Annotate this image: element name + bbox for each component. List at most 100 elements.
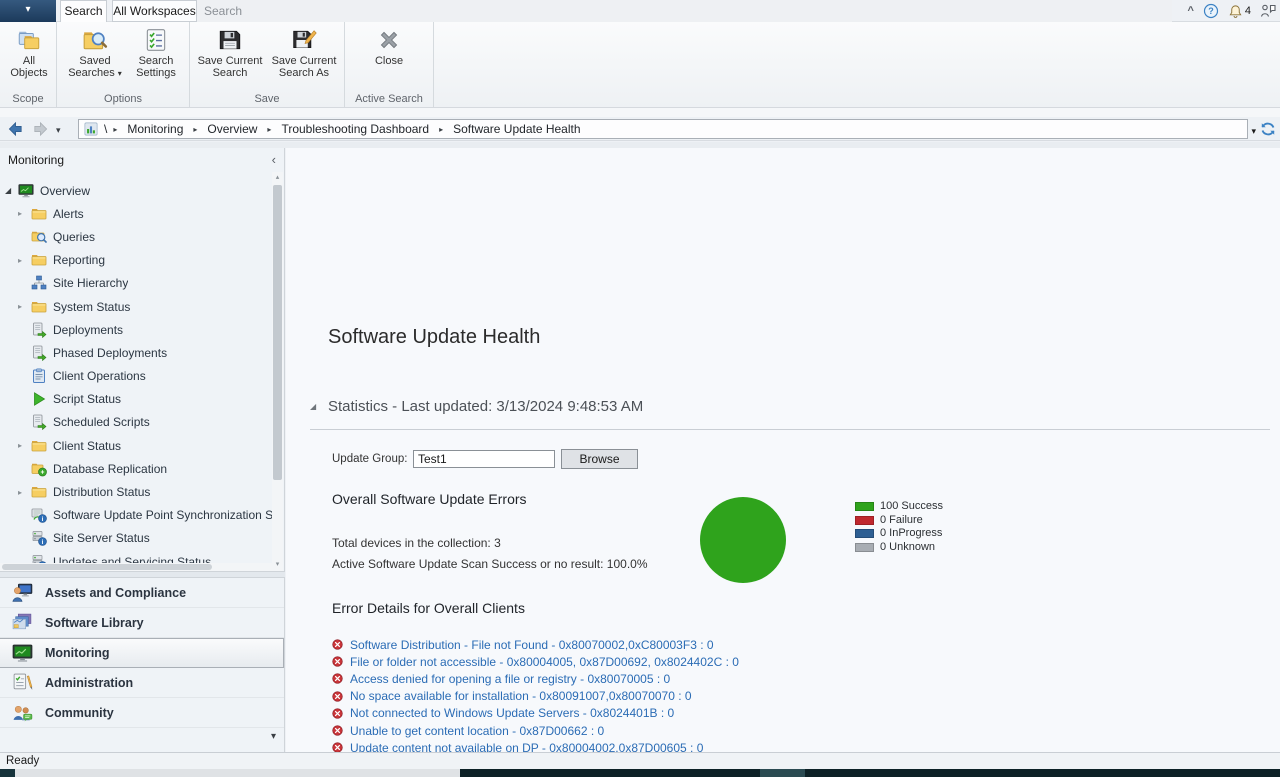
error-link[interactable]: Software Distribution - File not Found -… (350, 638, 714, 652)
expander-collapsed-icon[interactable]: ▸ (18, 441, 31, 450)
workspace-list: Assets and Compliance Software Library M… (0, 578, 284, 728)
chevron-right-icon: ▸ (267, 125, 271, 134)
tree-item-phased-deployments[interactable]: Phased Deployments (0, 341, 272, 364)
taskbar-sliver (0, 769, 15, 777)
help-icon[interactable] (1203, 3, 1219, 19)
tab-search[interactable]: Search (60, 0, 107, 22)
scan-success-text: Active Software Update Scan Success or n… (332, 557, 648, 571)
tree-item-script-status[interactable]: Script Status (0, 388, 272, 411)
tree-item-site-server-status[interactable]: Site Server Status (0, 527, 272, 550)
address-bar: ▾ \ ▸ Monitoring ▸ Overview ▸ Troublesho… (0, 117, 1280, 141)
workspace-software-library[interactable]: Software Library (0, 608, 284, 638)
tree-item-alerts[interactable]: ▸ Alerts (0, 202, 272, 225)
monitor-icon (18, 183, 34, 199)
scrollbar-thumb[interactable] (2, 564, 212, 570)
pie-chart (700, 497, 786, 583)
minimize-ribbon-icon[interactable]: ^ (1187, 2, 1193, 20)
save-current-search-button[interactable]: Save Current Search (194, 26, 266, 79)
expander-collapsed-icon[interactable]: ▸ (18, 209, 31, 218)
refresh-icon[interactable] (1260, 121, 1276, 137)
workspace-monitoring[interactable]: Monitoring (0, 638, 284, 668)
navigation-pane: Monitoring ‹ ◢ Overview ▸ Alerts Queries… (0, 148, 285, 752)
chevron-right-icon: ▸ (113, 125, 117, 134)
application-menu-button[interactable]: ▾ (0, 0, 56, 22)
scroll-down-icon[interactable]: ▾ (272, 559, 283, 571)
expander-collapsed-icon[interactable]: ▸ (18, 488, 31, 497)
tree-item-sup-synchronization-status[interactable]: Software Update Point Synchronization St… (0, 504, 272, 527)
tree-item-scheduled-scripts[interactable]: Scheduled Scripts (0, 411, 272, 434)
pane-splitter[interactable] (0, 571, 285, 578)
tree-item-client-operations[interactable]: Client Operations (0, 365, 272, 388)
scrollbar-thumb[interactable] (273, 185, 282, 480)
section-divider (310, 429, 1270, 430)
dashboard-content: Software Update Health ◢ Statistics - La… (286, 148, 1280, 752)
bell-icon (1228, 4, 1243, 19)
page-title: Software Update Health (328, 326, 540, 349)
collapse-pane-icon[interactable]: ‹ (272, 148, 276, 172)
tree-item-system-status[interactable]: ▸ System Status (0, 295, 272, 318)
workspace-community[interactable]: Community (0, 698, 284, 728)
saved-searches-button[interactable]: Saved Searches ▾ (65, 26, 125, 80)
monitoring-tree: ◢ Overview ▸ Alerts Queries ▸ Reporting … (0, 172, 272, 563)
tree-item-distribution-status[interactable]: ▸ Distribution Status (0, 480, 272, 503)
tree-horizontal-scrollbar[interactable] (0, 563, 272, 571)
tree-item-database-replication[interactable]: Database Replication (0, 457, 272, 480)
breadcrumb-item-monitoring[interactable]: Monitoring (123, 122, 187, 136)
administration-icon (12, 672, 33, 693)
workspace-administration[interactable]: Administration (0, 668, 284, 698)
breadcrumb-item-troubleshooting-dashboard[interactable]: Troubleshooting Dashboard (277, 122, 433, 136)
update-group-input[interactable] (413, 450, 555, 468)
status-bar: Ready (0, 752, 1280, 769)
folder-icon (31, 438, 47, 454)
search-settings-button[interactable]: Search Settings (127, 26, 185, 79)
address-dropdown-caret-icon[interactable]: ▾ (1251, 126, 1256, 137)
save-current-search-as-button[interactable]: Save Current Search As (268, 26, 340, 79)
tree-item-site-hierarchy[interactable]: Site Hierarchy (0, 272, 272, 295)
overall-errors-heading: Overall Software Update Errors (332, 491, 527, 507)
error-row: No space available for installation - 0x… (332, 688, 739, 705)
section-collapse-icon[interactable]: ◢ (310, 402, 316, 411)
tab-all-workspaces[interactable]: All Workspaces (112, 0, 197, 22)
breadcrumb-item-overview[interactable]: Overview (203, 122, 261, 136)
tree-item-updates-and-servicing-status[interactable]: Updates and Servicing Status (0, 550, 272, 563)
close-search-button[interactable]: Close (359, 26, 419, 67)
error-link[interactable]: File or folder not accessible - 0x800040… (350, 655, 739, 669)
error-link[interactable]: Unable to get content location - 0x87D00… (350, 724, 604, 738)
statistics-header: Statistics - Last updated: 3/13/2024 9:4… (328, 398, 643, 415)
error-row: Software Distribution - File not Found -… (332, 636, 739, 653)
breadcrumb-item-software-update-health[interactable]: Software Update Health (449, 122, 584, 136)
tree-item-queries[interactable]: Queries (0, 225, 272, 248)
error-link[interactable]: Access denied for opening a file or regi… (350, 672, 670, 686)
breadcrumb-root[interactable]: \ (104, 122, 107, 136)
saved-searches-icon (82, 27, 108, 53)
error-icon (332, 639, 343, 650)
notifications-button[interactable]: 4 (1228, 4, 1251, 19)
tree-item-reporting[interactable]: ▸ Reporting (0, 249, 272, 272)
tree-item-client-status[interactable]: ▸ Client Status (0, 434, 272, 457)
notification-count: 4 (1245, 5, 1251, 17)
expander-expanded-icon[interactable]: ◢ (5, 186, 18, 195)
tree-item-overview[interactable]: ◢ Overview (0, 179, 272, 202)
feedback-icon[interactable] (1260, 3, 1276, 19)
nav-history-caret-icon[interactable]: ▾ (56, 125, 61, 136)
error-link[interactable]: No space available for installation - 0x… (350, 689, 692, 703)
error-link[interactable]: Not connected to Windows Update Servers … (350, 706, 674, 720)
legend-swatch-success (855, 502, 874, 511)
expander-collapsed-icon[interactable]: ▸ (18, 302, 31, 311)
ribbon-group-label: Options (57, 93, 189, 105)
global-search-input[interactable] (197, 0, 1172, 22)
error-icon (332, 656, 343, 667)
tree-vertical-scrollbar[interactable]: ▴ ▾ (272, 172, 283, 571)
workspace-assets-and-compliance[interactable]: Assets and Compliance (0, 578, 284, 608)
ribbon-group-options: Saved Searches ▾ Search Settings Options (57, 22, 190, 107)
scroll-up-icon[interactable]: ▴ (272, 172, 283, 184)
forward-icon[interactable] (30, 120, 52, 138)
tree-item-deployments[interactable]: Deployments (0, 318, 272, 341)
browse-button[interactable]: Browse (561, 449, 638, 469)
all-objects-button[interactable]: All Objects (5, 26, 53, 79)
back-icon[interactable] (4, 120, 26, 138)
status-text: Ready (0, 753, 1280, 769)
error-row: Access denied for opening a file or regi… (332, 670, 739, 687)
workspace-options-caret-icon[interactable]: ▾ (271, 731, 276, 742)
expander-collapsed-icon[interactable]: ▸ (18, 256, 31, 265)
